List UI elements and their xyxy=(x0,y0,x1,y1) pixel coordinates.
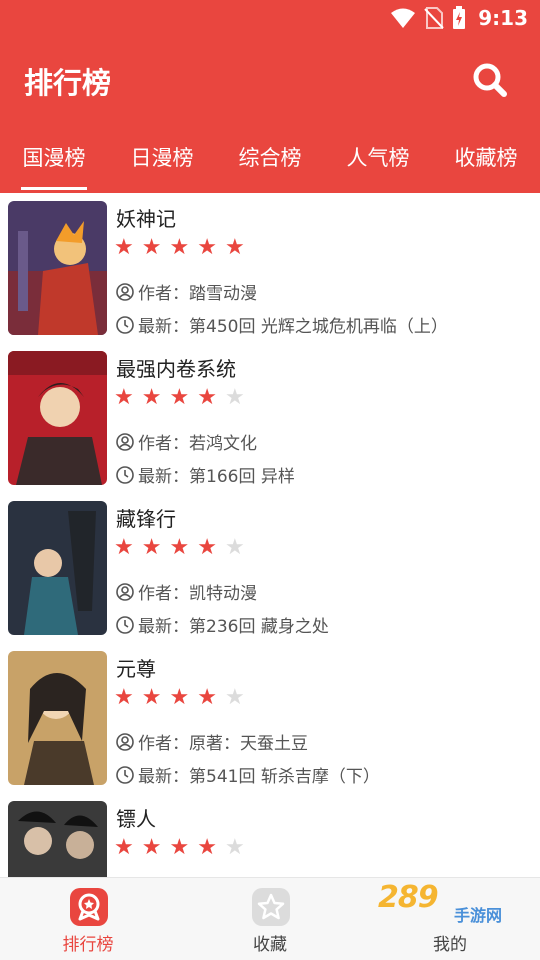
tab-renqi[interactable]: 人气榜 xyxy=(334,142,422,172)
comic-list[interactable]: 妖神记 ★ ★ ★ ★ ★ 作者：踏雪动漫 最新：第450回 光辉之城危机再临（… xyxy=(0,193,540,877)
star-icon: ★ xyxy=(197,385,217,410)
star-icon: ★ xyxy=(169,235,190,260)
star-icon: ★ xyxy=(141,835,162,860)
star-icon: ★ xyxy=(169,685,190,710)
star-icon: ★ xyxy=(224,235,245,260)
comic-latest: 最新：第236回 藏身之处 xyxy=(116,612,329,637)
list-item[interactable]: 藏锋行 ★ ★ ★ ★ ★ 作者：凯特动漫 最新：第236回 藏身之处 xyxy=(0,493,540,643)
user-icon xyxy=(116,732,134,751)
clock-icon xyxy=(116,615,134,634)
ranking-icon xyxy=(70,888,108,926)
comic-latest: 最新：第450回 光辉之城危机再临（上） xyxy=(116,312,448,337)
comic-cover[interactable] xyxy=(8,501,107,635)
comic-title[interactable]: 最强内卷系统 xyxy=(116,353,236,382)
user-icon xyxy=(116,582,134,601)
star-icon: ★ xyxy=(114,835,134,860)
comic-author: 作者：原著：天蚕土豆 xyxy=(116,729,308,754)
user-icon xyxy=(116,432,134,451)
page-title: 排行榜 xyxy=(24,66,112,100)
list-item[interactable]: 镖人 ★ ★ ★ ★ ★ xyxy=(0,793,540,877)
star-icon: ★ xyxy=(169,535,190,560)
star-icon: ★ xyxy=(169,385,190,410)
comic-author: 作者：踏雪动漫 xyxy=(116,279,257,304)
comic-title[interactable]: 妖神记 xyxy=(116,203,176,232)
clock-icon xyxy=(116,465,134,484)
nav-profile-label: 我的 xyxy=(433,935,467,955)
tab-shoucang[interactable]: 收藏榜 xyxy=(442,142,530,172)
list-item[interactable]: 最强内卷系统 ★ ★ ★ ★ ★ 作者：若鸿文化 最新：第166回 异样 xyxy=(0,343,540,493)
tab-guoman[interactable]: 国漫榜 xyxy=(10,142,98,172)
star-icon: ★ xyxy=(114,235,134,260)
star-icon: ★ xyxy=(114,535,134,560)
star-icon: ★ xyxy=(197,835,217,860)
star-icon: ★ xyxy=(224,385,245,410)
rating-stars: ★ ★ ★ ★ ★ xyxy=(114,535,245,561)
comic-title[interactable]: 镖人 xyxy=(116,803,156,832)
star-icon: ★ xyxy=(114,685,134,710)
star-icon: ★ xyxy=(197,235,217,260)
clock-icon xyxy=(116,315,134,334)
nav-favorites[interactable]: 收藏 xyxy=(210,878,330,960)
comic-cover[interactable] xyxy=(8,201,107,335)
star-icon: ★ xyxy=(141,685,162,710)
active-tab-indicator xyxy=(21,187,87,190)
star-icon xyxy=(252,888,290,926)
star-icon: ★ xyxy=(141,235,162,260)
wifi-icon xyxy=(391,8,416,28)
rating-stars: ★ ★ ★ ★ ★ xyxy=(114,835,245,861)
rating-stars: ★ ★ ★ ★ ★ xyxy=(114,685,245,711)
comic-latest: 最新：第541回 斩杀吉摩（下） xyxy=(116,762,380,787)
user-icon xyxy=(116,282,134,301)
comic-latest: 最新：第166回 异样 xyxy=(116,462,295,487)
no-sim-icon xyxy=(424,7,444,29)
star-icon: ★ xyxy=(224,835,245,860)
list-item[interactable]: 妖神记 ★ ★ ★ ★ ★ 作者：踏雪动漫 最新：第450回 光辉之城危机再临（… xyxy=(0,193,540,343)
nav-favorites-label: 收藏 xyxy=(253,935,287,955)
list-item[interactable]: 元尊 ★ ★ ★ ★ ★ 作者：原著：天蚕土豆 最新：第541回 斩杀吉摩（下） xyxy=(0,643,540,793)
status-bar: 9:13 xyxy=(0,0,540,36)
star-icon: ★ xyxy=(224,535,245,560)
battery-charging-icon xyxy=(453,6,466,29)
status-time: 9:13 xyxy=(478,6,528,30)
watermark-subtext: 手游网 xyxy=(454,906,503,925)
app-header: 9:13 排行榜 国漫榜 日漫榜 综合榜 人气榜 收藏榜 xyxy=(0,0,540,193)
star-icon: ★ xyxy=(224,685,245,710)
star-icon: ★ xyxy=(197,535,217,560)
comic-cover[interactable] xyxy=(8,801,107,877)
star-icon: ★ xyxy=(197,685,217,710)
comic-title[interactable]: 藏锋行 xyxy=(116,503,176,532)
watermark-logo: 289 手游网 xyxy=(378,880,518,925)
comic-author: 作者：若鸿文化 xyxy=(116,429,257,454)
star-icon: ★ xyxy=(169,835,190,860)
star-icon: ★ xyxy=(114,385,134,410)
star-icon: ★ xyxy=(141,535,162,560)
ranking-tabs: 国漫榜 日漫榜 综合榜 人气榜 收藏榜 xyxy=(0,130,540,190)
comic-author: 作者：凯特动漫 xyxy=(116,579,257,604)
nav-ranking[interactable]: 排行榜 xyxy=(28,878,148,960)
rating-stars: ★ ★ ★ ★ ★ xyxy=(114,235,245,261)
watermark-text: 289 xyxy=(378,880,439,915)
nav-ranking-label: 排行榜 xyxy=(62,935,114,955)
tab-zonghe[interactable]: 综合榜 xyxy=(226,142,314,172)
comic-cover[interactable] xyxy=(8,651,107,785)
title-row: 排行榜 xyxy=(0,48,540,112)
search-icon xyxy=(473,63,507,97)
star-icon: ★ xyxy=(141,385,162,410)
search-button[interactable] xyxy=(470,60,510,100)
rating-stars: ★ ★ ★ ★ ★ xyxy=(114,385,245,411)
clock-icon xyxy=(116,765,134,784)
comic-title[interactable]: 元尊 xyxy=(116,653,156,682)
tab-riman[interactable]: 日漫榜 xyxy=(118,142,206,172)
comic-cover[interactable] xyxy=(8,351,107,485)
